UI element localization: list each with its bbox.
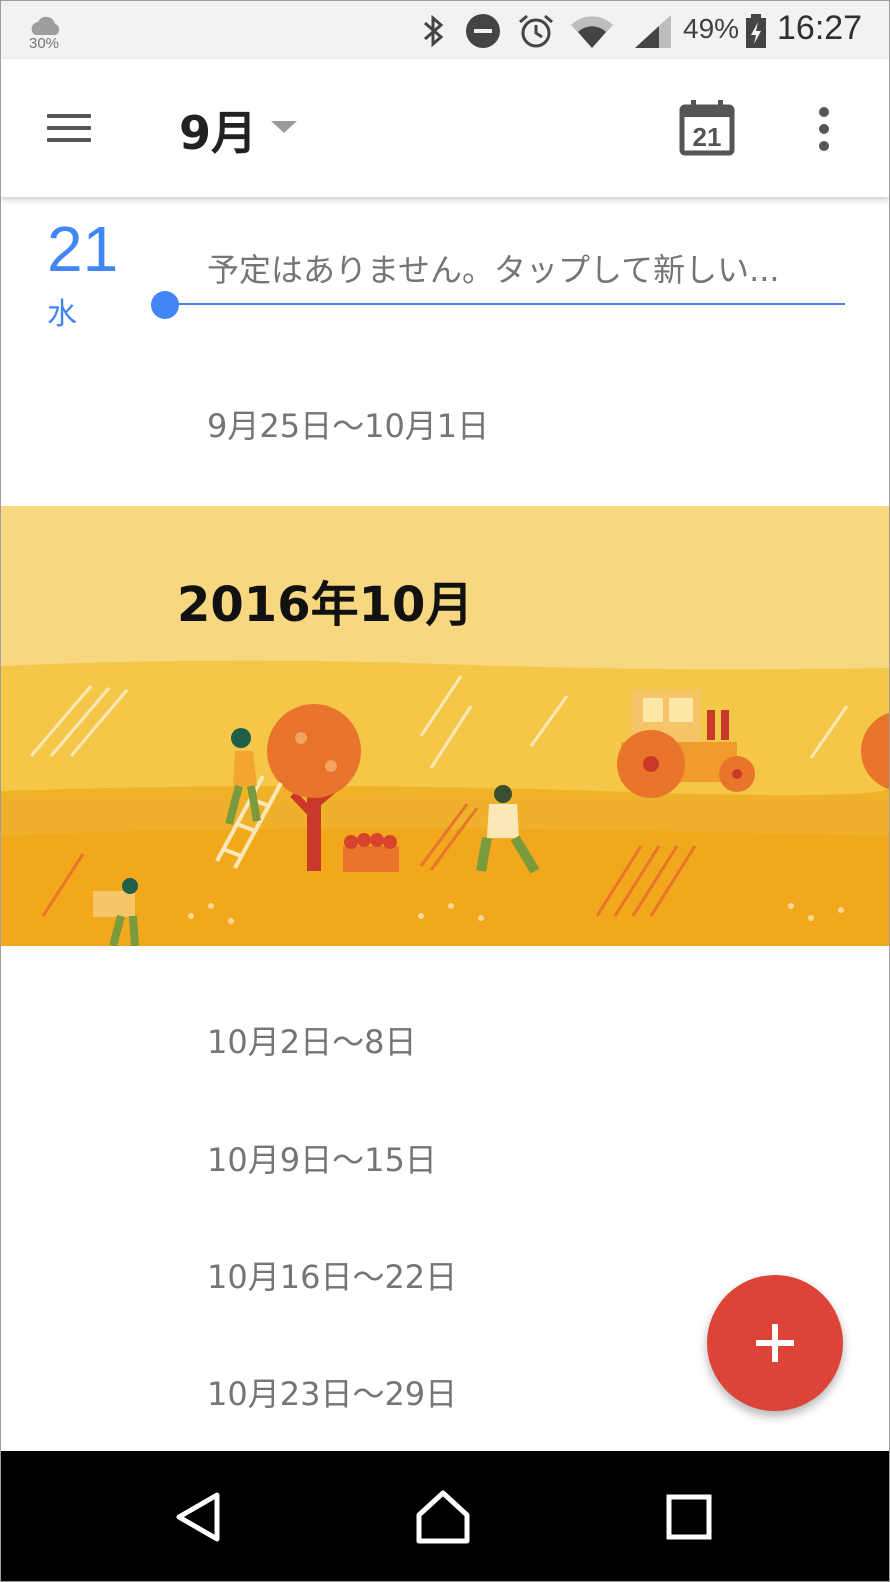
screen: 30% 49% 16:27 9月 21 21 水 予定はありません。タップして新… [0, 0, 890, 1582]
home-icon[interactable] [413, 1487, 473, 1547]
current-time-dot [151, 291, 179, 319]
week-range-label[interactable]: 10月2日〜8日 [207, 1017, 416, 1063]
dropdown-arrow-icon[interactable] [271, 121, 297, 133]
app-bar: 9月 21 [1, 59, 889, 197]
alarm-icon [519, 14, 553, 48]
month-title[interactable]: 9月 [179, 97, 257, 163]
weather-percent: 30% [29, 35, 60, 52]
no-events-message[interactable]: 予定はありません。タップして新しい... [207, 245, 780, 291]
status-bar: 30% 49% 16:27 [1, 1, 889, 59]
week-range-label[interactable]: 10月23日〜29日 [207, 1369, 457, 1415]
wifi-icon [571, 16, 613, 48]
more-vert-icon[interactable] [809, 103, 839, 155]
do-not-disturb-icon [466, 14, 500, 48]
calendar-today-icon[interactable]: 21 [679, 99, 735, 157]
today-date: 21 [693, 122, 722, 152]
week-range-label[interactable]: 9月25日〜10月1日 [207, 401, 489, 447]
month-banner-title: 2016年10月 [177, 577, 474, 633]
day-weekday: 水 [47, 297, 77, 332]
week-range-label[interactable]: 10月9日〜15日 [207, 1135, 437, 1181]
day-number: 21 [47, 213, 119, 285]
add-event-button[interactable] [707, 1275, 843, 1411]
clock-time: 16:27 [777, 9, 863, 47]
battery-percent: 49% [683, 13, 740, 44]
back-icon[interactable] [169, 1487, 229, 1547]
battery-charging-icon [746, 14, 766, 48]
menu-icon[interactable] [41, 104, 97, 152]
recents-icon[interactable] [659, 1487, 719, 1547]
current-time-line [165, 303, 845, 305]
bluetooth-icon [424, 14, 444, 48]
navigation-bar [1, 1451, 889, 1581]
signal-icon [635, 15, 671, 48]
week-range-label[interactable]: 10月16日〜22日 [207, 1252, 457, 1298]
